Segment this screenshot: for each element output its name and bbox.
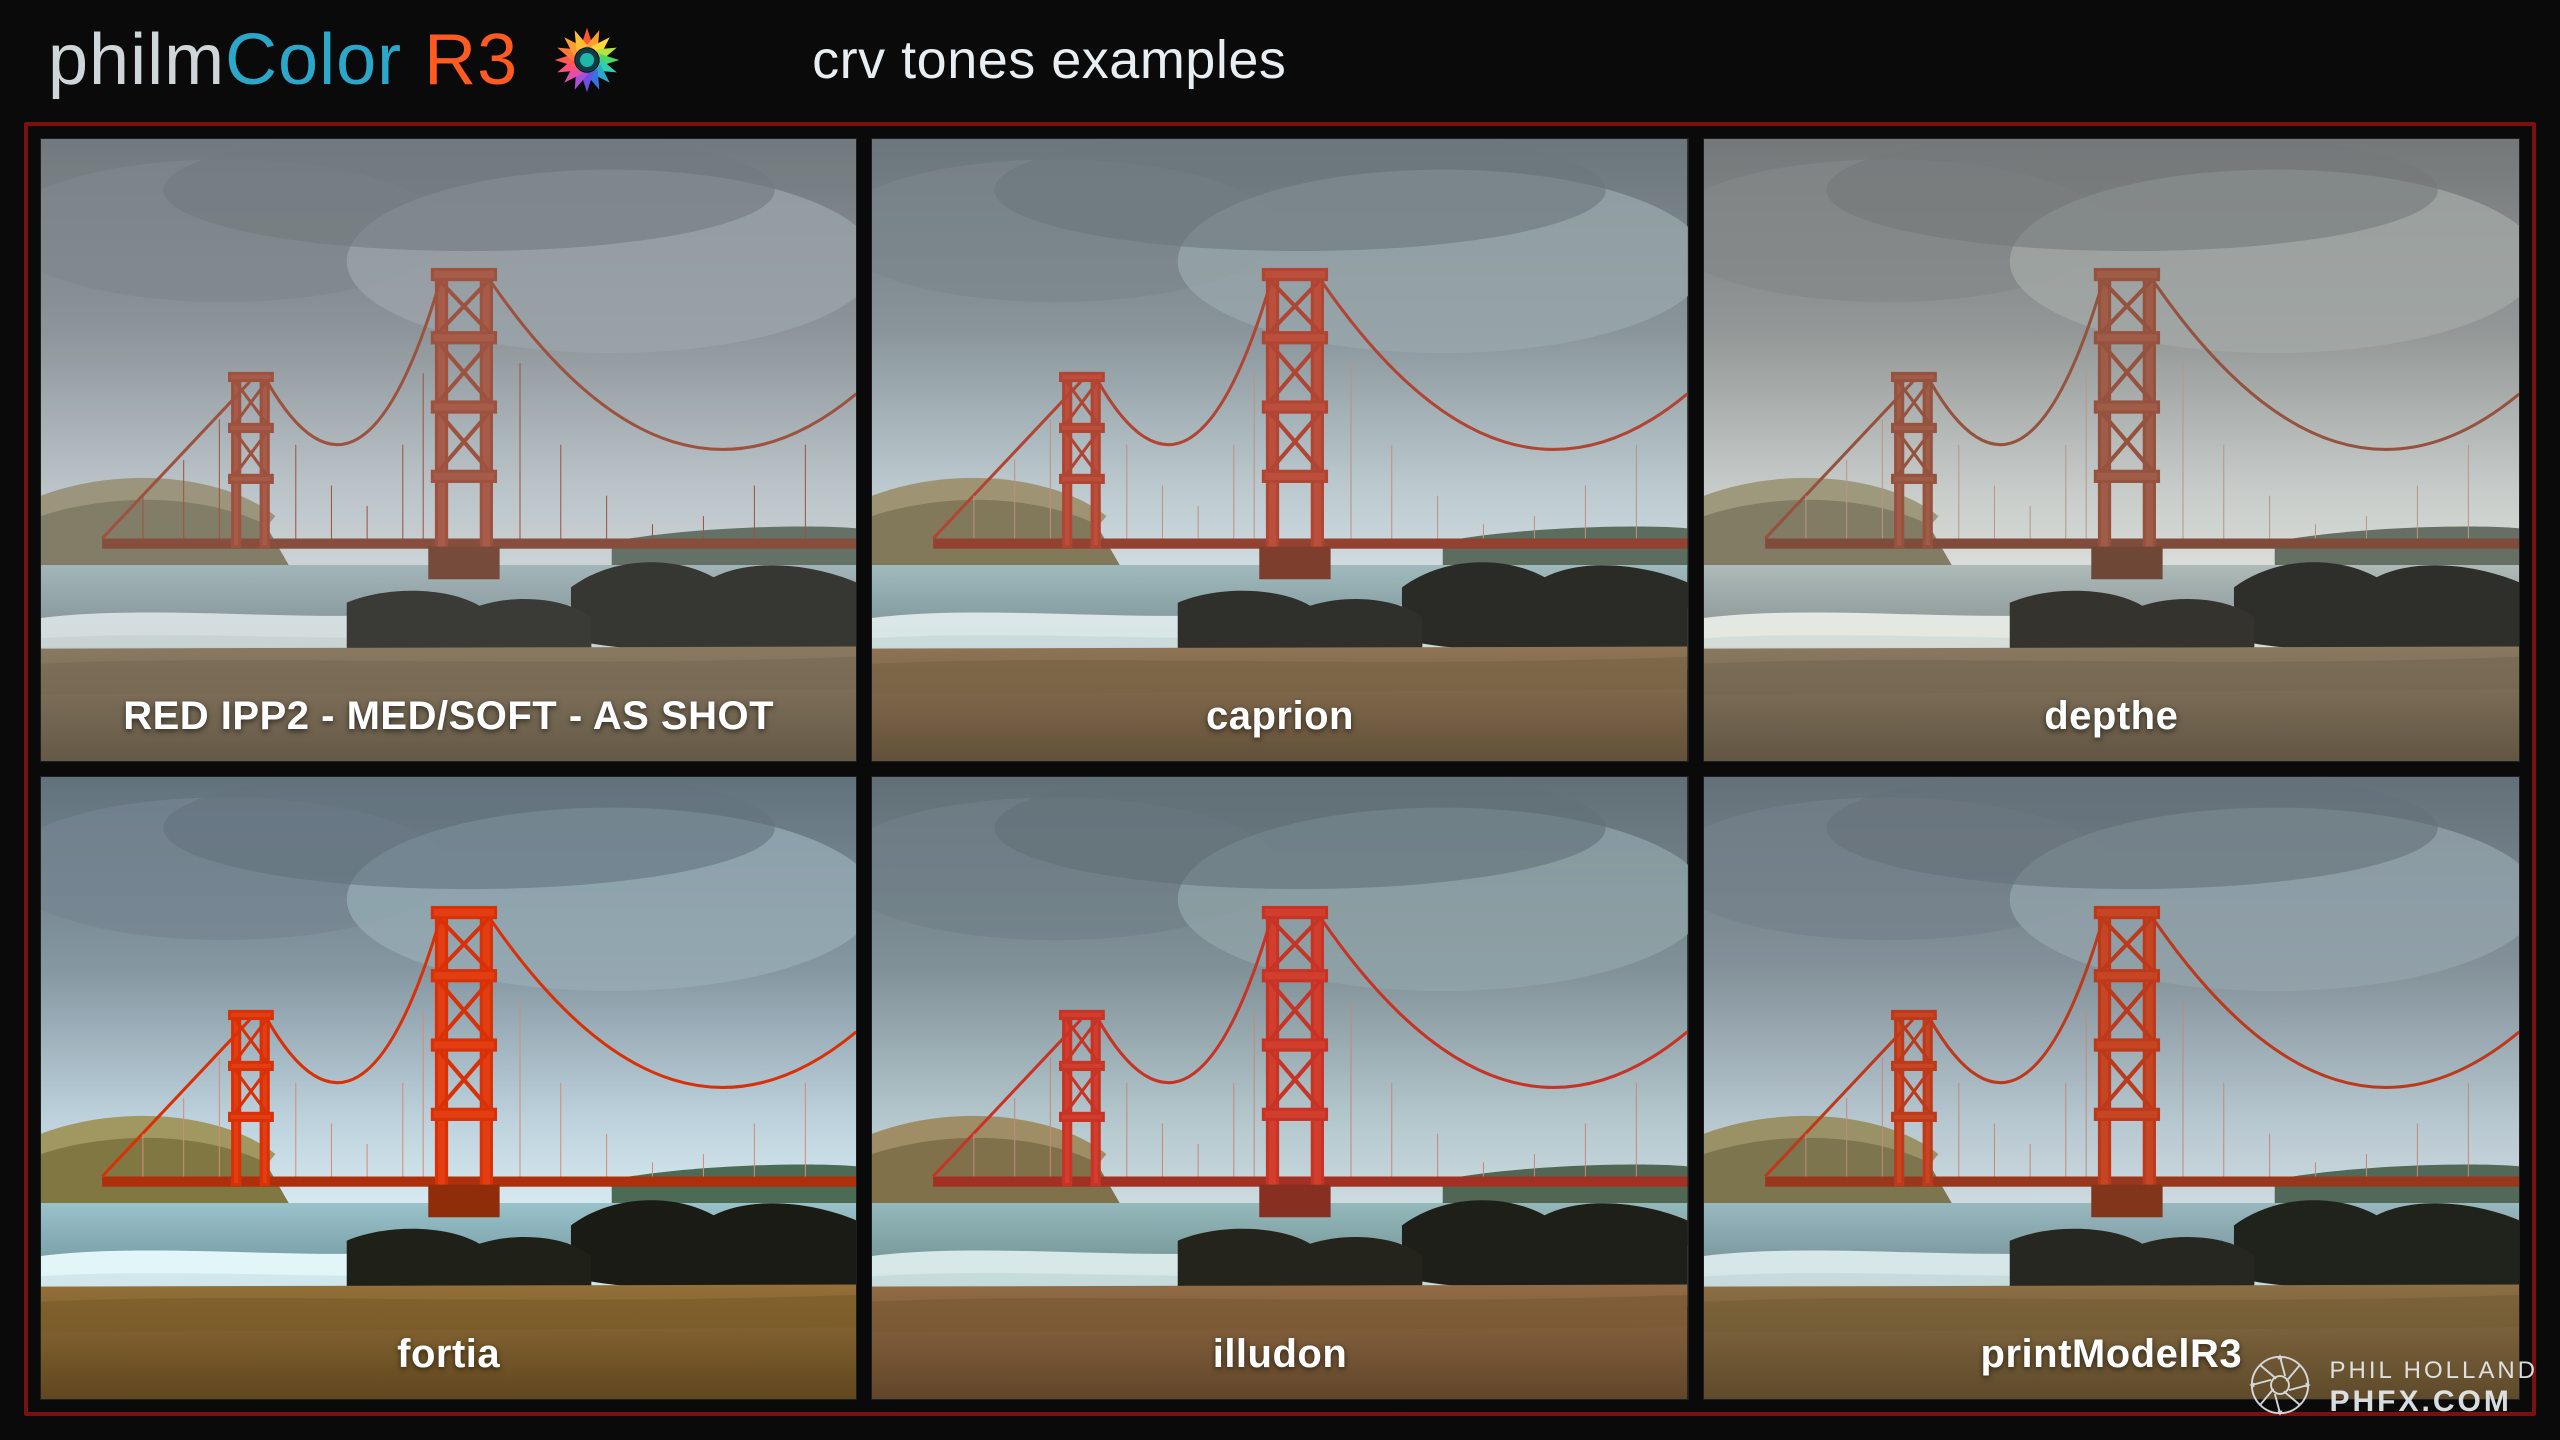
sample-scene [872,777,1687,1400]
cell-caption: depthe [1704,694,2519,739]
sunburst-icon [552,25,622,95]
app-logo: philm Color R3 [48,19,518,101]
comparison-frame: RED IPP2 - MED/SOFT - AS SHOT [24,122,2536,1416]
aperture-icon [2248,1353,2312,1422]
watermark-text: PHIL HOLLAND PHFX.COM [2330,1359,2539,1417]
comparison-grid: RED IPP2 - MED/SOFT - AS SHOT [40,138,2520,1400]
sample-scene [872,139,1687,762]
grid-cell: fortia [40,776,857,1400]
cell-caption: illudon [872,1332,1687,1377]
cell-caption: fortia [41,1332,856,1377]
header-bar: philm Color R3 [0,0,2560,120]
sample-scene [1704,139,2519,762]
watermark-site: PHFX.COM [2330,1387,2539,1417]
watermark-author: PHIL HOLLAND [2330,1359,2539,1383]
cell-caption: RED IPP2 - MED/SOFT - AS SHOT [41,694,856,739]
logo-text-philm: philm [48,19,225,101]
grid-cell: caprion [871,138,1688,762]
grid-cell: printModelR3 [1703,776,2520,1400]
grid-cell: depthe [1703,138,2520,762]
author-watermark: PHIL HOLLAND PHFX.COM [2248,1353,2539,1422]
logo-text-r3: R3 [424,19,518,101]
grid-cell: illudon [871,776,1688,1400]
page-subtitle: crv tones examples [812,29,1286,91]
cell-caption: caprion [872,694,1687,739]
logo-text-color: Color [225,19,402,101]
sample-scene [41,139,856,762]
sample-scene [1704,777,2519,1400]
sample-scene [41,777,856,1400]
grid-cell: RED IPP2 - MED/SOFT - AS SHOT [40,138,857,762]
